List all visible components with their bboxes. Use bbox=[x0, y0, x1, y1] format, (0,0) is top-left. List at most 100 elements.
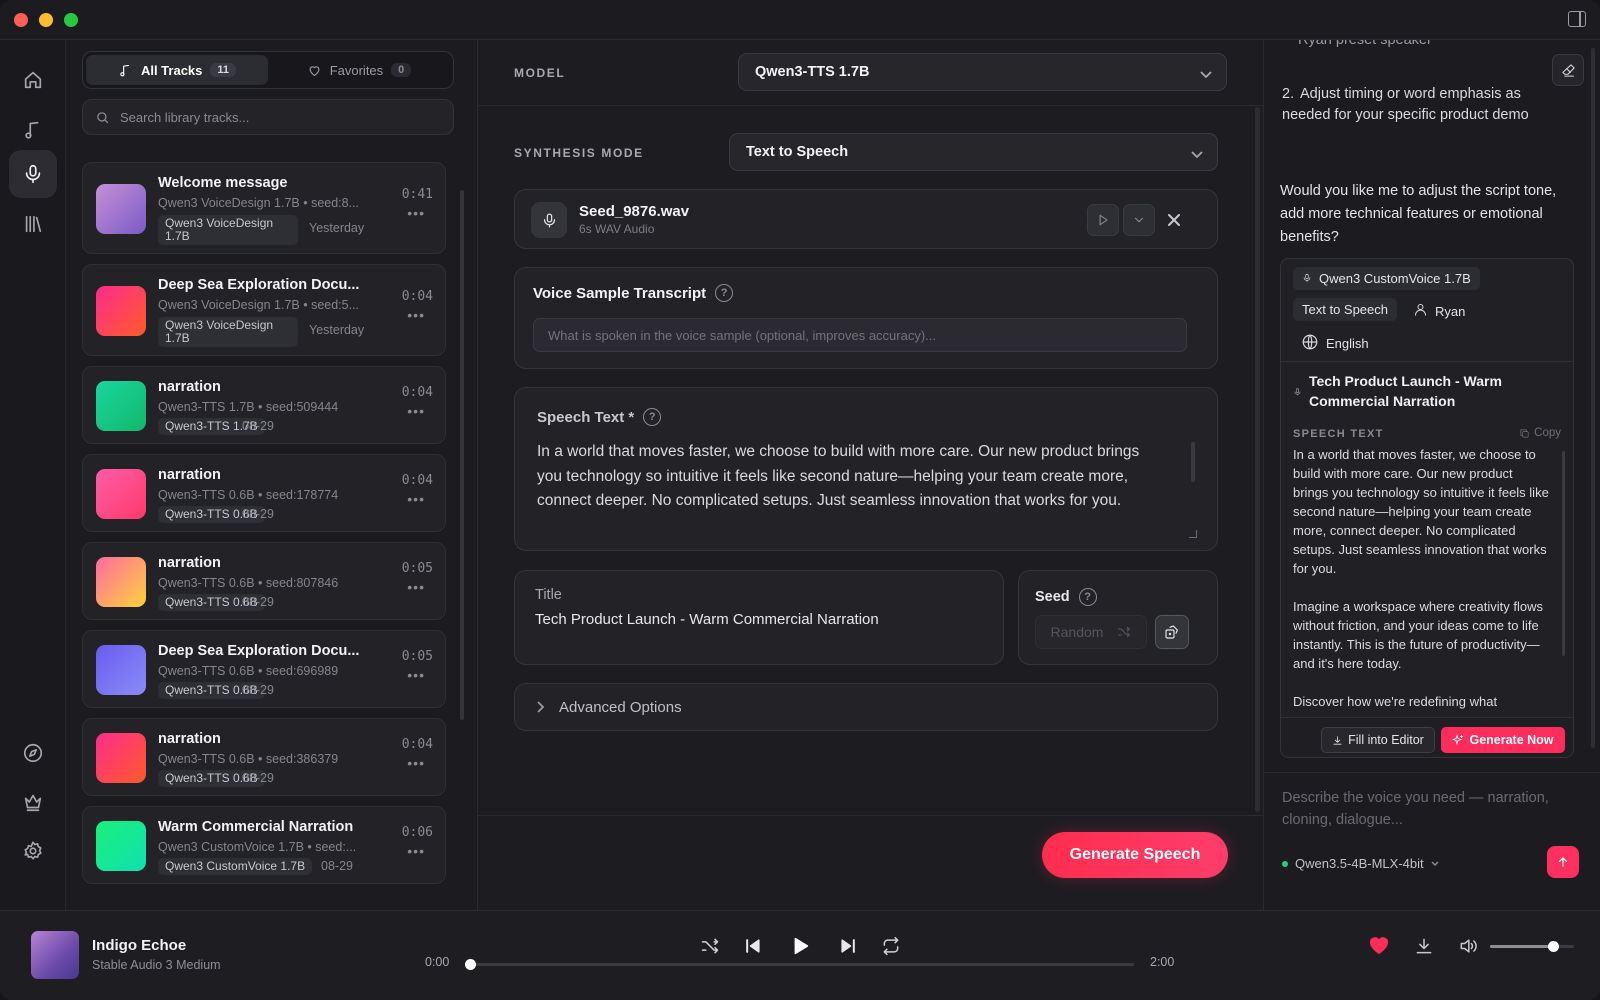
random-seed-input[interactable]: Random bbox=[1035, 615, 1147, 649]
track-item[interactable]: Welcome message Qwen3 VoiceDesign 1.7B • … bbox=[82, 162, 446, 254]
track-item[interactable]: narration Qwen3-TTS 0.6B • seed:386379 Qwe… bbox=[82, 718, 446, 796]
seed-options-button[interactable] bbox=[1123, 204, 1155, 236]
track-item[interactable]: Deep Sea Exploration Docu... Qwen3-TTS 0.… bbox=[82, 630, 446, 708]
arrow-up-icon bbox=[1558, 857, 1568, 867]
chat-model-select[interactable]: Qwen3.5-4B-MLX-4bit bbox=[1282, 856, 1439, 871]
chat-input[interactable]: Describe the voice you need — narration,… bbox=[1282, 787, 1572, 831]
card-scrollbar[interactable] bbox=[1562, 451, 1565, 656]
more-options-icon[interactable]: ••• bbox=[407, 205, 425, 221]
progress-handle[interactable] bbox=[465, 959, 476, 970]
track-artwork bbox=[96, 645, 146, 695]
sidebar-toggle-icon[interactable] bbox=[1568, 11, 1586, 27]
nav-premium[interactable] bbox=[9, 778, 57, 826]
speech-text-scrollbar[interactable] bbox=[1191, 442, 1195, 482]
more-options-icon[interactable]: ••• bbox=[407, 755, 425, 771]
center-scrollbar[interactable] bbox=[1255, 107, 1260, 812]
repeat-button[interactable] bbox=[877, 932, 905, 960]
card-title: Tech Product Launch - Warm Commercial Na… bbox=[1309, 373, 1502, 409]
close-icon bbox=[1168, 214, 1180, 226]
progress-slider[interactable] bbox=[465, 959, 1134, 970]
next-button[interactable] bbox=[834, 932, 862, 960]
maximize-window-button[interactable] bbox=[64, 13, 78, 27]
synthesis-mode-select[interactable]: Text to Speech bbox=[729, 133, 1218, 171]
model-select[interactable]: Qwen3-TTS 1.7B bbox=[738, 53, 1227, 91]
assistant-list-item: 2. Adjust timing or word emphasis as need… bbox=[1282, 84, 1572, 126]
track-item[interactable]: narration Qwen3-TTS 0.6B • seed:807846 Qwe… bbox=[82, 542, 446, 620]
volume-button[interactable] bbox=[1458, 936, 1478, 961]
search-input[interactable] bbox=[120, 109, 420, 125]
volume-slider[interactable] bbox=[1490, 941, 1574, 952]
library-scrollbar[interactable] bbox=[460, 190, 464, 720]
track-duration: 0:04 bbox=[401, 737, 433, 752]
shuffle-icon bbox=[1118, 626, 1131, 638]
clear-chat-button[interactable] bbox=[1552, 54, 1584, 86]
nav-music[interactable] bbox=[9, 106, 57, 154]
track-title: narration bbox=[158, 731, 221, 747]
remove-seed-button[interactable] bbox=[1164, 210, 1184, 230]
minimize-window-button[interactable] bbox=[39, 13, 53, 27]
track-item[interactable]: Deep Sea Exploration Docu... Qwen3 VoiceD… bbox=[82, 264, 446, 356]
volume-handle[interactable] bbox=[1548, 941, 1559, 952]
title-field-panel[interactable]: Title Tech Product Launch - Warm Commerc… bbox=[514, 570, 1004, 665]
nav-home[interactable] bbox=[9, 56, 57, 104]
play-button[interactable] bbox=[786, 932, 814, 960]
nav-library[interactable] bbox=[9, 200, 57, 248]
track-title: narration bbox=[158, 379, 221, 395]
favorite-button[interactable] bbox=[1368, 935, 1390, 960]
card-language: English bbox=[1326, 336, 1369, 351]
track-meta: Qwen3-TTS 0.6B • seed:807846 bbox=[158, 576, 339, 590]
generate-speech-button[interactable]: Generate Speech bbox=[1042, 832, 1228, 878]
randomize-seed-button[interactable] bbox=[1155, 615, 1189, 649]
user-icon bbox=[1413, 302, 1428, 320]
generate-now-button[interactable]: Generate Now bbox=[1441, 727, 1565, 753]
speech-text-caption: SPEECH TEXT bbox=[1293, 428, 1384, 440]
help-icon[interactable]: ? bbox=[643, 408, 662, 426]
card-speech-text: In a world that moves faster, we choose … bbox=[1293, 445, 1551, 730]
title-field-value[interactable]: Tech Product Launch - Warm Commercial Na… bbox=[535, 611, 879, 628]
more-options-icon[interactable]: ••• bbox=[407, 667, 425, 683]
track-item[interactable]: narration Qwen3-TTS 0.6B • seed:178774 Qwe… bbox=[82, 454, 446, 532]
more-options-icon[interactable]: ••• bbox=[407, 491, 425, 507]
more-options-icon[interactable]: ••• bbox=[407, 307, 425, 323]
track-item[interactable]: narration Qwen3-TTS 1.7B • seed:509444 Qwe… bbox=[82, 366, 446, 444]
speech-text-title: Speech Text * ? bbox=[537, 408, 662, 426]
card-speaker: Ryan bbox=[1435, 303, 1466, 319]
previous-button[interactable] bbox=[739, 932, 767, 960]
play-seed-button[interactable] bbox=[1087, 204, 1119, 236]
advanced-options-toggle[interactable]: Advanced Options bbox=[514, 683, 1218, 731]
repeat-icon bbox=[883, 936, 899, 956]
track-artwork bbox=[96, 821, 146, 871]
nav-explore[interactable] bbox=[9, 729, 57, 777]
card-paragraph: Discover how we're redefining what bbox=[1293, 694, 1498, 709]
tab-favorites[interactable]: Favorites 0 bbox=[268, 55, 450, 85]
track-duration: 0:04 bbox=[401, 473, 433, 488]
heart-outline-icon bbox=[309, 65, 320, 76]
speech-text-input[interactable]: In a world that moves faster, we choose … bbox=[537, 440, 1162, 514]
more-options-icon[interactable]: ••• bbox=[407, 579, 425, 595]
track-duration: 0:05 bbox=[401, 649, 433, 664]
transcript-input[interactable]: What is spoken in the voice sample (opti… bbox=[533, 318, 1187, 352]
more-options-icon[interactable]: ••• bbox=[407, 403, 425, 419]
send-button[interactable] bbox=[1547, 846, 1579, 878]
download-button[interactable] bbox=[1414, 936, 1434, 961]
shuffle-button[interactable] bbox=[696, 932, 724, 960]
fill-into-editor-button[interactable]: Fill into Editor bbox=[1321, 727, 1435, 753]
seed-file-name: Seed_9876.wav bbox=[579, 203, 690, 220]
assistant-scrollbar[interactable] bbox=[1591, 48, 1595, 748]
copy-button[interactable]: Copy bbox=[1519, 427, 1561, 439]
nav-settings[interactable] bbox=[9, 827, 57, 875]
track-model-tag: Qwen3 VoiceDesign 1.7B bbox=[158, 317, 298, 347]
track-date: Yesterday bbox=[309, 221, 365, 235]
more-options-icon[interactable]: ••• bbox=[407, 843, 425, 859]
close-window-button[interactable] bbox=[14, 13, 28, 27]
now-playing-subtitle: Stable Audio 3 Medium bbox=[92, 958, 221, 972]
library-search bbox=[82, 99, 454, 135]
help-icon[interactable]: ? bbox=[715, 284, 734, 302]
globe-icon bbox=[1301, 333, 1319, 354]
track-item[interactable]: Warm Commercial Narration Qwen3 CustomVoi… bbox=[82, 806, 446, 884]
resize-handle-icon[interactable] bbox=[1189, 530, 1197, 538]
tab-all-tracks[interactable]: All Tracks 11 bbox=[86, 55, 268, 85]
title-bar bbox=[0, 0, 1600, 40]
nav-voice[interactable] bbox=[9, 150, 57, 198]
help-icon[interactable]: ? bbox=[1078, 588, 1097, 606]
